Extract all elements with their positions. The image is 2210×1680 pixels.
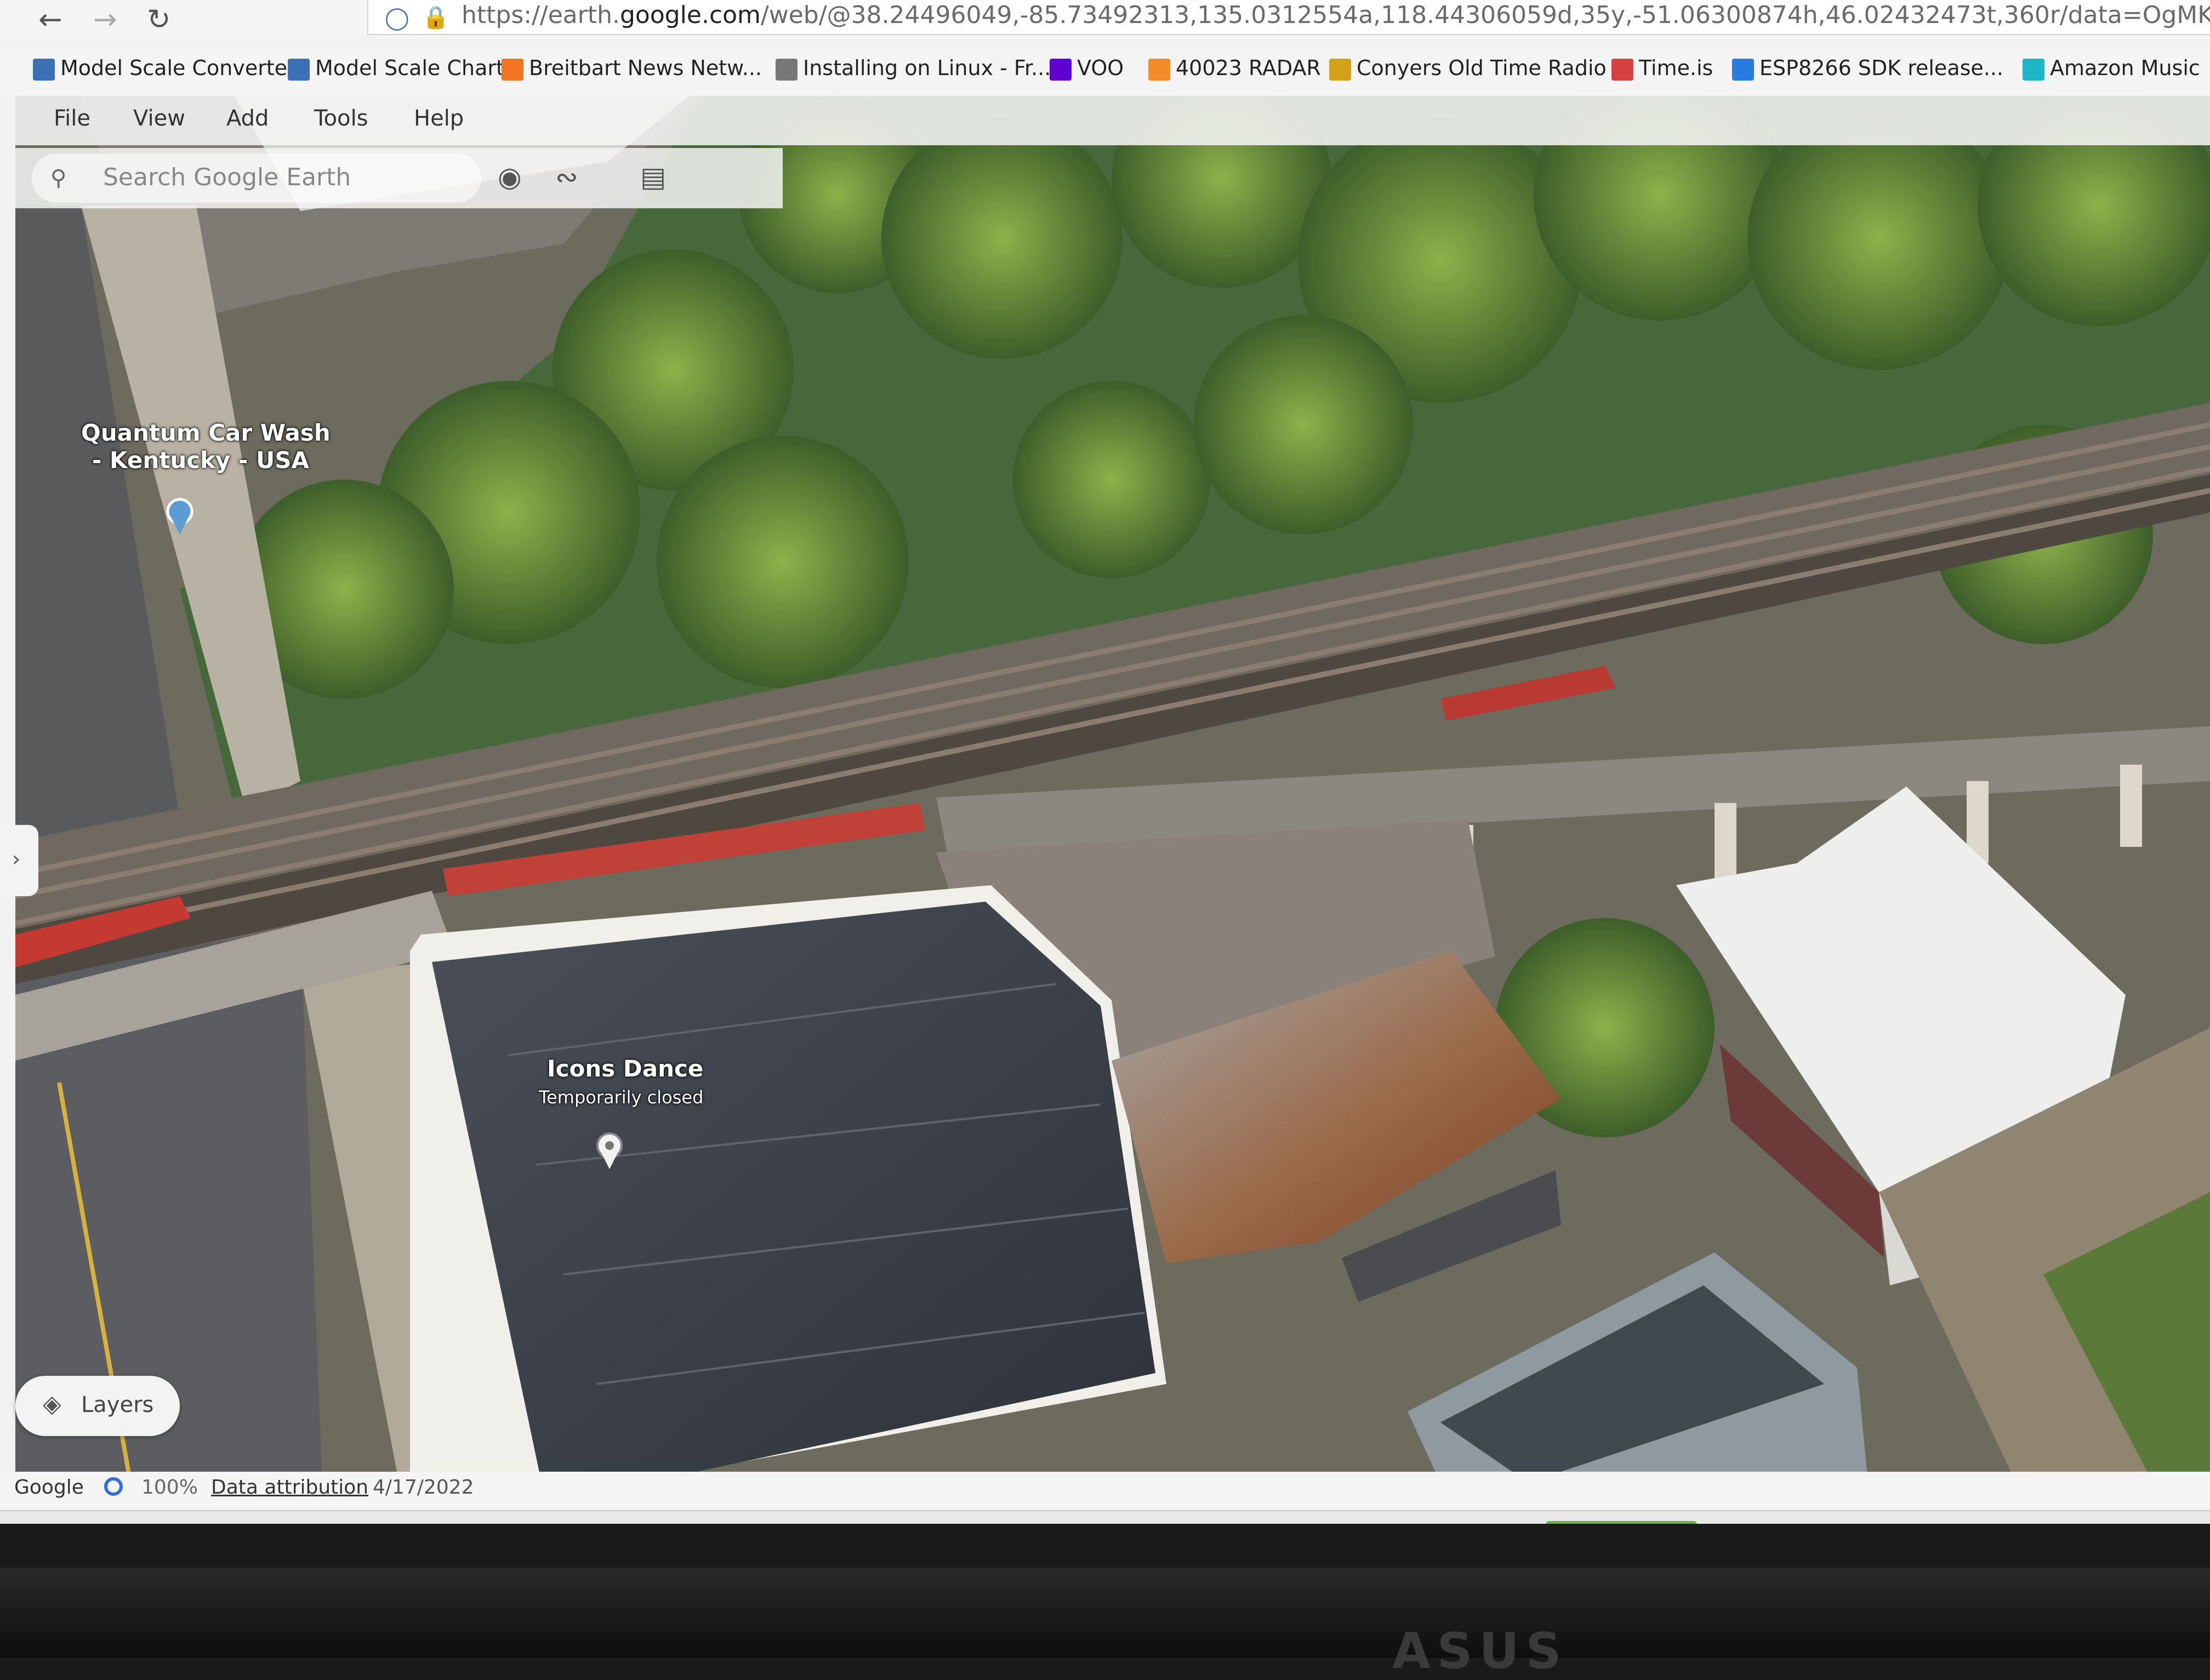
taskbar-item-4[interactable]: [BAS TE... [258, 1521, 396, 1524]
taskbar-item-11[interactable]: [BAXTE... [1384, 1521, 1517, 1524]
google-brand: Google [14, 1476, 84, 1499]
side-panel-toggle[interactable]: › [0, 825, 38, 896]
folder-icon [288, 58, 310, 81]
dance-studio-building [410, 885, 1166, 1483]
menu-tools[interactable]: Tools [314, 106, 368, 131]
bookmark-9[interactable]: Amazon Music [2023, 56, 2200, 81]
url-bar[interactable]: ◯ 🔒 https://earth.google.com/web/@38.244… [367, 0, 2210, 35]
bookmark-label: Conyers Old Time Radio [1357, 56, 1607, 80]
imagery-date: 4/17/2022 [373, 1476, 474, 1499]
taskbar-item-9[interactable]: [*BAXT... [1061, 1521, 1188, 1524]
layers-label: Layers [81, 1392, 154, 1417]
bookmark-5[interactable]: 40023 RADAR [1148, 56, 1321, 81]
place-sublabel-dance: Temporarily closed [539, 1087, 704, 1108]
taskbar-item-8[interactable]: [BAXTE... [899, 1521, 1032, 1524]
data-attribution-link[interactable]: Data attribution [211, 1476, 368, 1499]
taskbar-item-14[interactable]: [Inbox -... [1886, 1521, 2021, 1524]
earth-menu-bar: File View Add Tools Help [15, 96, 2210, 145]
timeis-icon [1611, 58, 1633, 81]
espressif-icon [1732, 58, 1754, 81]
screen: Quantum Car Wash - Kentucky - USA Icons … [0, 0, 2210, 1524]
laptop-logo: ASUS [1392, 1622, 1568, 1680]
bookmark-1[interactable]: Model Scale Chart [288, 56, 504, 81]
bookmark-label: Installing on Linux - Fr... [803, 56, 1051, 80]
bookmark-8[interactable]: ESP8266 SDK release... [1732, 56, 2003, 81]
place-label-dance[interactable]: Icons Dance [547, 1055, 703, 1082]
url-text[interactable]: https://earth.google.com/web/@38.2449604… [462, 1, 2210, 29]
taskbar-item-7[interactable]: old frei... [737, 1521, 865, 1524]
taskbar-item-12[interactable]: Google ... [1546, 1521, 1698, 1524]
menu-add[interactable]: Add [226, 106, 269, 131]
reload-button[interactable]: ↻ [147, 3, 171, 36]
bookmark-3[interactable]: Installing on Linux - Fr... [776, 56, 1051, 81]
menu-help[interactable]: Help [414, 106, 464, 131]
yahoo-icon [1050, 58, 1072, 81]
taskbar-item-0[interactable] [52, 1521, 88, 1524]
chevron-right-icon: › [12, 847, 21, 871]
place-label-car-wash[interactable]: Quantum Car Wash [81, 419, 331, 446]
bookmark-label: Model Scale Converter [60, 56, 296, 80]
taskbar-item-15[interactable]: [BAXTE... [2061, 1521, 2194, 1524]
bookmark-6[interactable]: Conyers Old Time Radio [1329, 56, 1607, 81]
measure-ruler-icon[interactable]: ▤ [640, 161, 666, 193]
weather-icon [1148, 58, 1170, 81]
earth-status-bar: Google 100% Data attribution 4/17/2022 [0, 1472, 2210, 1505]
shield-icon[interactable]: ◯ [385, 5, 409, 31]
zoom-level: 100% [141, 1476, 198, 1499]
browser-navbar: ← → ↻ ◯ 🔒 https://earth.google.com/web/@… [0, 0, 2210, 38]
earth-search-bar: ⚲ Search Google Earth ◉ ∾ ▤ [15, 148, 783, 208]
breitbart-icon [502, 58, 523, 81]
search-input[interactable]: ⚲ Search Google Earth [32, 153, 481, 203]
bookmark-label: Model Scale Chart [315, 56, 504, 80]
taskbar-item-1[interactable] [96, 1521, 132, 1524]
layers-icon: ◈ [43, 1390, 61, 1418]
bookmark-7[interactable]: Time.is [1611, 56, 1713, 81]
os-taskbar: [BAS TE... [BAS TE... [GNU Im... old frei..… [0, 1510, 2210, 1524]
taskbar-item-5[interactable]: [BAS TE... [417, 1521, 555, 1524]
add-placemark-icon[interactable]: ◉ [498, 161, 522, 193]
bookmark-label: Amazon Music [2050, 56, 2200, 80]
draw-path-icon[interactable]: ∾ [555, 161, 578, 193]
taskbar-item-3[interactable] [206, 1521, 242, 1524]
lock-icon[interactable]: 🔒 [422, 4, 449, 30]
folder-icon [33, 58, 55, 81]
place-sublabel-car-wash: - Kentucky - USA [92, 447, 309, 474]
globe-icon [776, 58, 798, 81]
laptop-bezel [0, 1568, 2210, 1658]
menu-view[interactable]: View [133, 106, 185, 131]
bookmark-label: VOO [1077, 56, 1124, 80]
bookmarks-bar: Model Scale Converter Model Scale Chart Br… [0, 46, 2210, 95]
back-button[interactable]: ← [38, 3, 62, 36]
bookmark-label: Time.is [1639, 56, 1713, 80]
aerial-imagery[interactable] [15, 96, 2210, 1483]
bookmark-label: ESP8266 SDK release... [1759, 56, 2004, 80]
bookmark-label: Breitbart News Netw... [529, 56, 762, 80]
bookmark-0[interactable]: Model Scale Converter [33, 56, 296, 81]
layers-button[interactable]: ◈ Layers [15, 1376, 180, 1436]
amazon-music-icon [2023, 58, 2044, 81]
taskbar-item-6[interactable]: [GNU Im... [576, 1521, 720, 1524]
bookmark-4[interactable]: VOO [1050, 56, 1124, 81]
bookmark-label: 40023 RADAR [1176, 56, 1321, 80]
bookmark-2[interactable]: Breitbart News Netw... [502, 56, 762, 81]
taskbar-item-10[interactable]: [BAXTE... [1222, 1521, 1355, 1524]
loading-ring-icon [104, 1477, 123, 1496]
menu-file[interactable]: File [54, 106, 90, 131]
start-menu-icon[interactable] [1, 1521, 34, 1524]
radio-icon [1329, 58, 1351, 81]
search-placeholder: Search Google Earth [103, 163, 351, 191]
taskbar-item-13[interactable]: [BAXTE... [1716, 1521, 1848, 1524]
earth-map-view[interactable]: Quantum Car Wash - Kentucky - USA Icons … [15, 96, 2210, 1483]
forward-button[interactable]: → [93, 3, 117, 36]
search-icon: ⚲ [50, 166, 67, 191]
taskbar-item-2[interactable] [162, 1521, 198, 1524]
